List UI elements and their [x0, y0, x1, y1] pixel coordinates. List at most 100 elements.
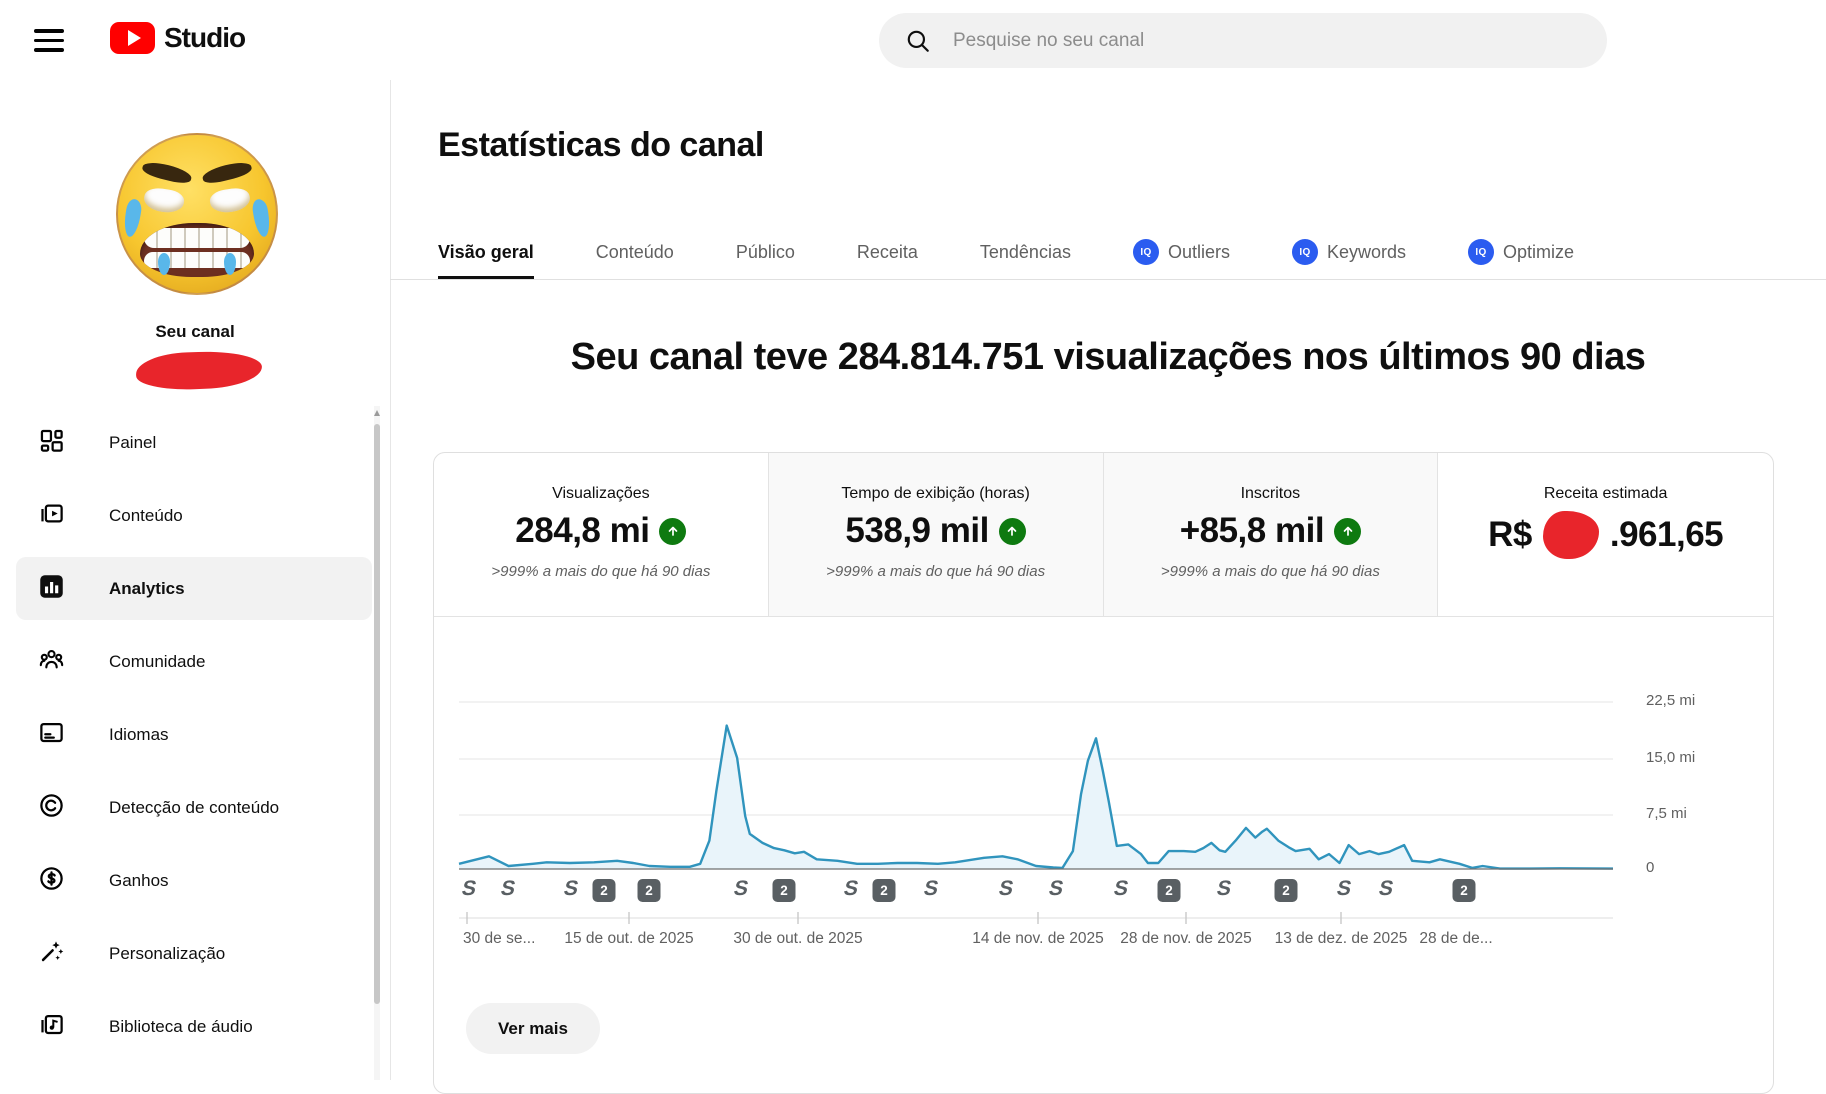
sidebar: Seu canal Painel Conteúdo Analytics Comunid… — [0, 80, 391, 1080]
sidebar-item-label: Idiomas — [109, 725, 169, 745]
tab-publico[interactable]: Público — [736, 225, 795, 279]
sidebar-item-label: Painel — [109, 433, 156, 453]
x-axis-date-label: 30 de out. de 2025 — [733, 930, 862, 948]
sidebar-item-conteudo[interactable]: Conteúdo — [0, 479, 390, 552]
sidebar-item-personalizacao[interactable]: Personalização — [0, 917, 390, 990]
sidebar-item-label: Ganhos — [109, 871, 169, 891]
vidiq-badge-icon: IQ — [1292, 239, 1318, 265]
value-text: 284,8 mi — [515, 511, 649, 551]
x-axis-date-label: 30 de se... — [463, 930, 535, 948]
sidebar-nav: Painel Conteúdo Analytics Comunidade Idiomas… — [0, 406, 390, 1063]
metric-label: Visualizações — [434, 485, 768, 503]
x-axis-date-label: 28 de nov. de 2025 — [1120, 930, 1252, 948]
channel-search-bar[interactable] — [879, 13, 1607, 68]
x-axis-date-label: 15 de out. de 2025 — [564, 930, 693, 948]
see-more-button[interactable]: Ver mais — [466, 1003, 600, 1054]
sidebar-item-analytics[interactable]: Analytics — [0, 552, 390, 625]
page-title: Estatísticas do canal — [438, 126, 764, 165]
metric-cards-row: Visualizações 284,8 mi >999% a mais do que… — [434, 453, 1773, 617]
metric-value: 538,9 mil — [769, 511, 1103, 551]
channel-name-redaction — [135, 350, 262, 391]
sidebar-scrollbar-thumb[interactable] — [374, 424, 380, 1004]
analytics-overview-card: Visualizações 284,8 mi >999% a mais do que… — [433, 452, 1774, 1094]
sidebar-item-deteccao-de-conteudo[interactable]: Detecção de conteúdo — [0, 771, 390, 844]
y-axis-label: 0 — [1646, 859, 1654, 876]
value-text: 538,9 mil — [845, 511, 988, 551]
up-arrow-icon — [1334, 518, 1361, 545]
y-axis-label: 15,0 mi — [1646, 749, 1695, 766]
shorts-count-badge[interactable]: 2 — [638, 879, 661, 902]
shorts-count-badge[interactable]: 2 — [773, 879, 796, 902]
tab-label: Conteúdo — [596, 242, 674, 263]
search-icon — [905, 28, 931, 54]
sidebar-item-label: Biblioteca de áudio — [109, 1017, 253, 1037]
sidebar-item-painel[interactable]: Painel — [0, 406, 390, 479]
shorts-count-badge[interactable]: 2 — [1453, 879, 1476, 902]
scrollbar-up-arrow-icon[interactable] — [374, 410, 380, 416]
copyright-icon — [38, 792, 65, 824]
tab-outliers[interactable]: IQ Outliers — [1133, 225, 1230, 279]
youtube-play-icon — [110, 22, 155, 54]
sidebar-item-idiomas[interactable]: Idiomas — [0, 698, 390, 771]
revenue-redaction — [1543, 511, 1599, 559]
metric-card-receita-estimada[interactable]: Receita estimadaR$.961,65 — [1438, 453, 1773, 616]
content-icon — [38, 500, 65, 532]
up-arrow-icon — [999, 518, 1026, 545]
metric-value: R$.961,65 — [1438, 511, 1773, 559]
up-arrow-icon — [659, 518, 686, 545]
metric-comparison-note: >999% a mais do que há 90 dias — [769, 563, 1103, 580]
channel-avatar[interactable] — [116, 133, 278, 295]
sidebar-item-biblioteca-de-audio[interactable]: Biblioteca de áudio — [0, 990, 390, 1063]
shorts-count-badge[interactable]: 2 — [1275, 879, 1298, 902]
menu-icon[interactable] — [34, 29, 64, 52]
y-axis-label: 7,5 mi — [1646, 805, 1687, 822]
shorts-count-badge[interactable]: 2 — [1158, 879, 1181, 902]
analytics-icon — [38, 573, 65, 605]
search-input[interactable] — [951, 29, 1515, 53]
vidiq-badge-icon: IQ — [1468, 239, 1494, 265]
tab-label: Outliers — [1168, 242, 1230, 263]
tab-visao-geral[interactable]: Visão geral — [438, 225, 534, 279]
analytics-tabs: Visão geral Conteúdo Público Receita Tendênc… — [438, 225, 1574, 279]
metric-value: +85,8 mil — [1104, 511, 1438, 551]
shorts-count-badge[interactable]: 2 — [873, 879, 896, 902]
metric-card-visualizacoes[interactable]: Visualizações 284,8 mi >999% a mais do que… — [434, 453, 769, 616]
metric-comparison-note: >999% a mais do que há 90 dias — [1104, 563, 1438, 580]
sidebar-item-label: Conteúdo — [109, 506, 183, 526]
metric-card-inscritos[interactable]: Inscritos+85,8 mil>999% a mais do que há… — [1104, 453, 1439, 616]
shorts-count-badge[interactable]: 2 — [593, 879, 616, 902]
metric-value: 284,8 mi — [434, 511, 768, 551]
y-axis-label: 22,5 mi — [1646, 692, 1695, 709]
tab-keywords[interactable]: IQ Keywords — [1292, 225, 1406, 279]
customize-icon — [38, 938, 65, 970]
tab-conteudo[interactable]: Conteúdo — [596, 225, 674, 279]
value-suffix: .961,65 — [1610, 515, 1723, 555]
tab-tendencias[interactable]: Tendências — [980, 225, 1071, 279]
value-text: +85,8 mil — [1180, 511, 1324, 551]
x-axis-date-label: 13 de dez. de 2025 — [1275, 930, 1408, 948]
tab-optimize[interactable]: IQ Optimize — [1468, 225, 1574, 279]
subtitles-icon — [38, 719, 65, 751]
sidebar-item-label: Personalização — [109, 944, 225, 964]
metric-comparison-note: >999% a mais do que há 90 dias — [434, 563, 768, 580]
metric-label: Tempo de exibição (horas) — [769, 485, 1103, 503]
sidebar-item-label: Analytics — [109, 579, 185, 599]
metric-card-tempo-de-exibicao-horas-[interactable]: Tempo de exibição (horas) 538,9 mil >999% … — [769, 453, 1104, 616]
tab-label: Receita — [857, 242, 918, 263]
tab-label: Optimize — [1503, 242, 1574, 263]
sidebar-item-comunidade[interactable]: Comunidade — [0, 625, 390, 698]
sidebar-item-ganhos[interactable]: Ganhos — [0, 844, 390, 917]
vidiq-badge-icon: IQ — [1133, 239, 1159, 265]
tabs-divider — [390, 279, 1826, 280]
channel-label: Seu canal — [0, 322, 390, 342]
views-trend-chart — [434, 616, 1773, 946]
community-icon — [38, 646, 65, 678]
tab-label: Keywords — [1327, 242, 1406, 263]
dashboard-icon — [38, 427, 65, 459]
tab-label: Tendências — [980, 242, 1071, 263]
tab-receita[interactable]: Receita — [857, 225, 918, 279]
audio-library-icon — [38, 1011, 65, 1043]
earn-icon — [38, 865, 65, 897]
top-bar: Studio — [0, 0, 1826, 80]
youtube-studio-logo[interactable]: Studio — [110, 22, 245, 54]
